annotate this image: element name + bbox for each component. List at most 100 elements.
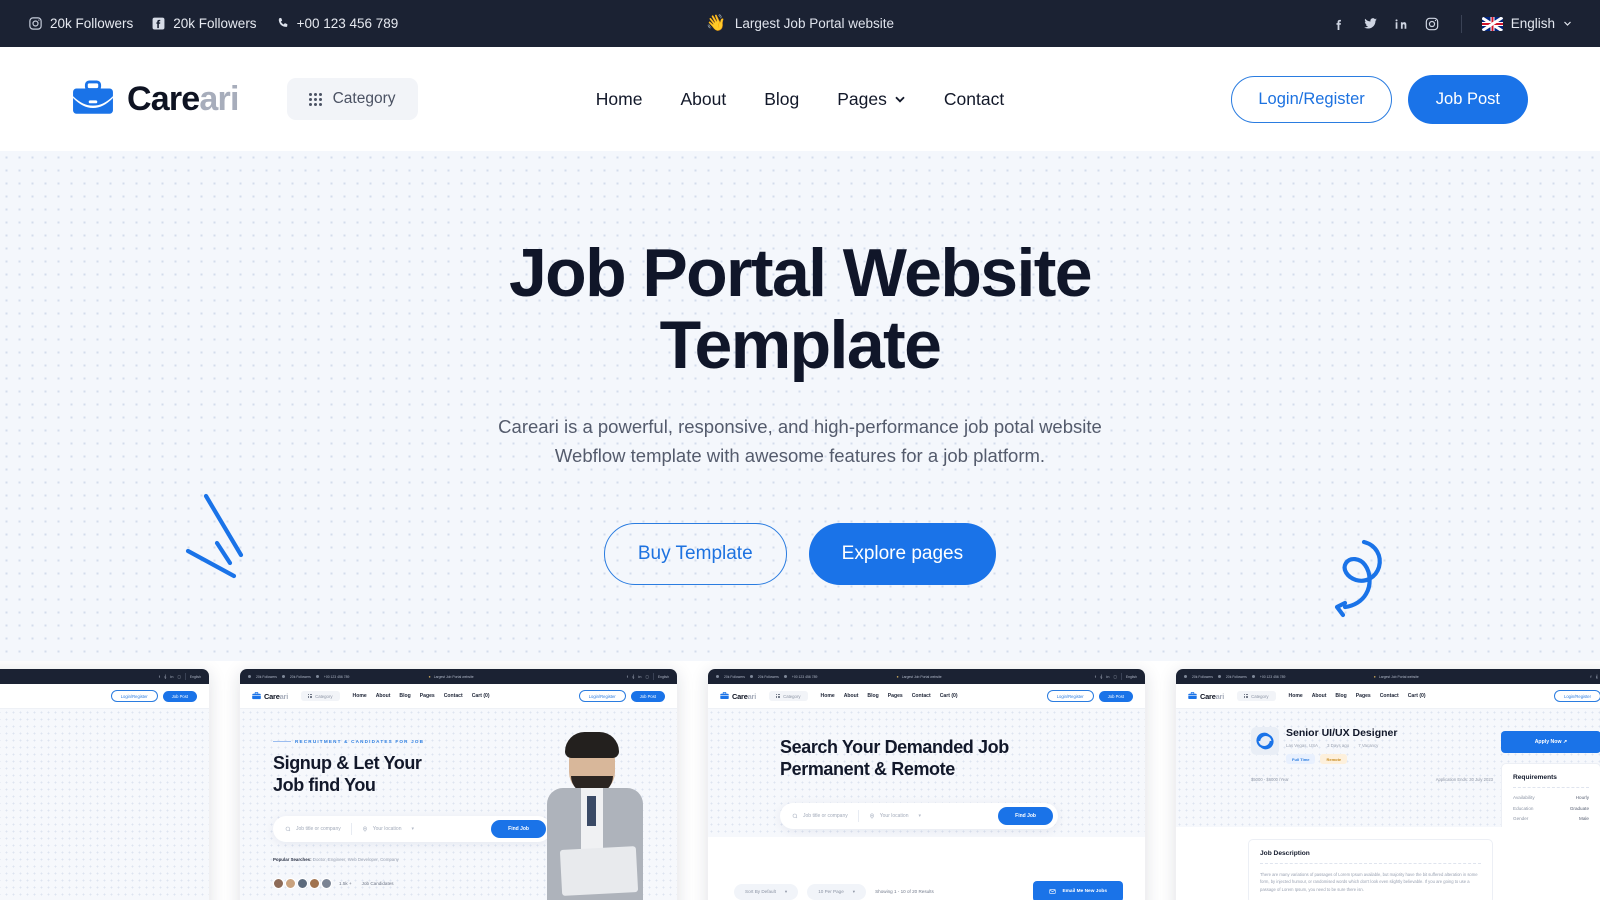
instagram-icon[interactable] [1424,15,1441,32]
instagram-followers[interactable]: 20k Followers [28,16,133,31]
card-candidates-count: 1.5k + [339,880,352,886]
hero-section: Job Portal Website Template Careari is a… [0,151,1600,661]
top-utility-bar: 20k Followers 20k Followers +00 123 456 … [0,0,1600,47]
phone-number-label: +00 123 456 789 [296,16,399,31]
location-pin-icon [362,826,367,832]
phone-icon [275,16,290,31]
briefcase-icon [1188,692,1197,699]
card-requirement-row: Gender Male [1513,816,1589,821]
card-login-button: Login/Register [1046,690,1094,702]
card-nav-links: Home About Blog Pages Contact Cart (0) [352,693,490,699]
card-navbar: Pages Contact Cart (0) Login/Register Jo… [0,684,209,709]
primary-nav: Home About Blog Pages Contact [596,89,1004,110]
facebook-followers-label: 20k Followers [173,16,257,31]
hero-subtitle: Careari is a powerful, responsive, and h… [498,412,1102,470]
nav-item-contact[interactable]: Contact [944,89,1004,110]
card-search-bar: Job title or company Your location ▾ Fin… [780,802,1058,829]
chevron-down-icon [895,96,905,103]
card-heading-line2: Permanent & Remote [780,758,955,779]
card-requirements-panel: Requirements Availability Hourly Educatio… [1501,763,1600,827]
card-logo: Careari [720,692,756,701]
card-job-salary: $5000 - $6000 /Year [1251,777,1289,782]
hero-title-line1: Job Portal Website [508,235,1093,311]
nav-item-blog[interactable]: Blog [764,89,799,110]
card-sort-select: Sort By Default ▾ [734,883,799,900]
preview-card-job-search[interactable]: 20k Followers 20k Followers +00 123 456 … [708,669,1145,900]
topbar-divider [1460,14,1462,33]
card-navbar: Careari Category Home About Blog Pages C… [708,684,1145,709]
search-icon [792,813,798,819]
man-with-laptop-image [535,732,655,900]
card-description-text: There are many variations of passages of… [1260,872,1478,892]
card-apply-button: Apply Now ↗ [1501,731,1600,753]
facebook-icon [151,16,166,31]
hero-content: Job Portal Website Template Careari is a… [0,151,1600,661]
card-navbar: Careari Category Home About Blog Pages C… [1176,684,1600,709]
card-logo: Careari [252,692,288,701]
logo-text-bold: Care [127,79,200,118]
briefcase-icon [720,692,729,699]
mail-icon [1049,889,1057,894]
facebook-icon[interactable] [1331,15,1348,32]
logo[interactable]: Careari [72,80,239,119]
preview-card-signup[interactable]: 20k Followers 20k Followers +00 123 456 … [240,669,677,900]
buy-template-button[interactable]: Buy Template [603,522,787,585]
card-navbar: Careari Category Home About Blog Pages C… [240,684,677,709]
card-search-bar: Job title or company Your location ▾ Fin… [273,815,551,842]
facebook-followers[interactable]: 20k Followers [151,16,257,31]
card-results-toolbar: Sort By Default ▾ 10 Per Page ▾ Showing 1 … [734,881,1123,900]
card-requirements-title: Requirements [1513,774,1557,781]
card-heading-line2: Job find You [273,774,376,795]
card-search-location-field: Your location [362,826,401,832]
card-results-toolbar-area: Sort By Default ▾ 10 Per Page ▾ Showing 1 … [708,837,1145,900]
card-topbar: 20k Followers 20k Followers +00 123 456 … [240,669,677,684]
nav-item-home[interactable]: Home [596,89,643,110]
card-category-button: Category [301,691,340,701]
card-perpage-select: 10 Per Page ▾ [807,883,867,900]
nav-item-about[interactable]: About [680,89,726,110]
company-logo-icon [1251,727,1279,755]
linkedin-icon[interactable] [1393,15,1410,32]
logo-text: Careari [127,80,239,119]
wave-hand-icon: 👋 [705,14,726,32]
instagram-icon [28,16,43,31]
nav-item-blog-label: Blog [764,88,800,109]
card-popular-searches: Popular Searches: Doctor, Engineer, Web … [273,856,399,862]
explore-pages-button[interactable]: Explore pages [808,522,997,585]
card-body: Senior UI/UX Designer Las Vegas, USA 3 D… [1176,709,1600,827]
job-post-button[interactable]: Job Post [1407,74,1528,124]
card-logo: Careari [1188,692,1224,701]
card-jobpost-button: Job Post [162,690,197,702]
instagram-followers-label: 20k Followers [50,16,134,31]
preview-card-job-detail[interactable]: 20k Followers 20k Followers +00 123 456 … [1176,669,1600,900]
navbar-actions: Login/Register Job Post [1231,74,1528,124]
location-pin-icon [869,813,874,819]
card-heading-line1: Signup & Let Your [273,753,422,773]
card-description-panel: Job Description There are many variation… [1248,839,1493,900]
language-selector[interactable]: English [1481,16,1572,31]
hero-cta-group: Buy Template Explore pages [603,522,997,585]
grid-dots-icon [308,92,322,106]
main-navbar: Careari Category Home About Blog Pages C… [0,47,1600,151]
topbar-tagline: Largest Job Portal website [734,16,894,31]
template-preview-strip: 20k Followers 20k Followers ●Largest Job… [0,661,1600,900]
card-search-location-field: Your location [869,813,908,819]
card-body: gy Has s [0,709,209,900]
briefcase-icon [252,692,261,700]
card-job-tag-remote: Remote [1320,754,1348,764]
nav-item-pages[interactable]: Pages [837,89,906,110]
category-button[interactable]: Category [286,78,418,120]
card-topbar: 20k Followers 20k Followers +00 123 456 … [1176,669,1600,684]
topbar-social-group: English [1331,14,1572,33]
twitter-icon[interactable] [1362,15,1379,32]
phone-number[interactable]: +00 123 456 789 [275,16,399,31]
card-category-button: Category [769,691,808,701]
card-description-area: Job Description There are many variation… [1176,827,1600,900]
card-job-tag-fulltime: Full Time [1286,754,1316,764]
login-register-button[interactable]: Login/Register [1231,75,1392,123]
preview-card-list: 20k Followers 20k Followers ●Largest Job… [0,669,1600,900]
preview-card-about[interactable]: 20k Followers 20k Followers ●Largest Job… [0,669,209,900]
nav-item-pages-label: Pages [837,88,887,109]
chevron-down-icon [1564,21,1571,26]
card-eyebrow: RECRUITMENT & CANDIDATES FOR JOB [273,739,523,744]
